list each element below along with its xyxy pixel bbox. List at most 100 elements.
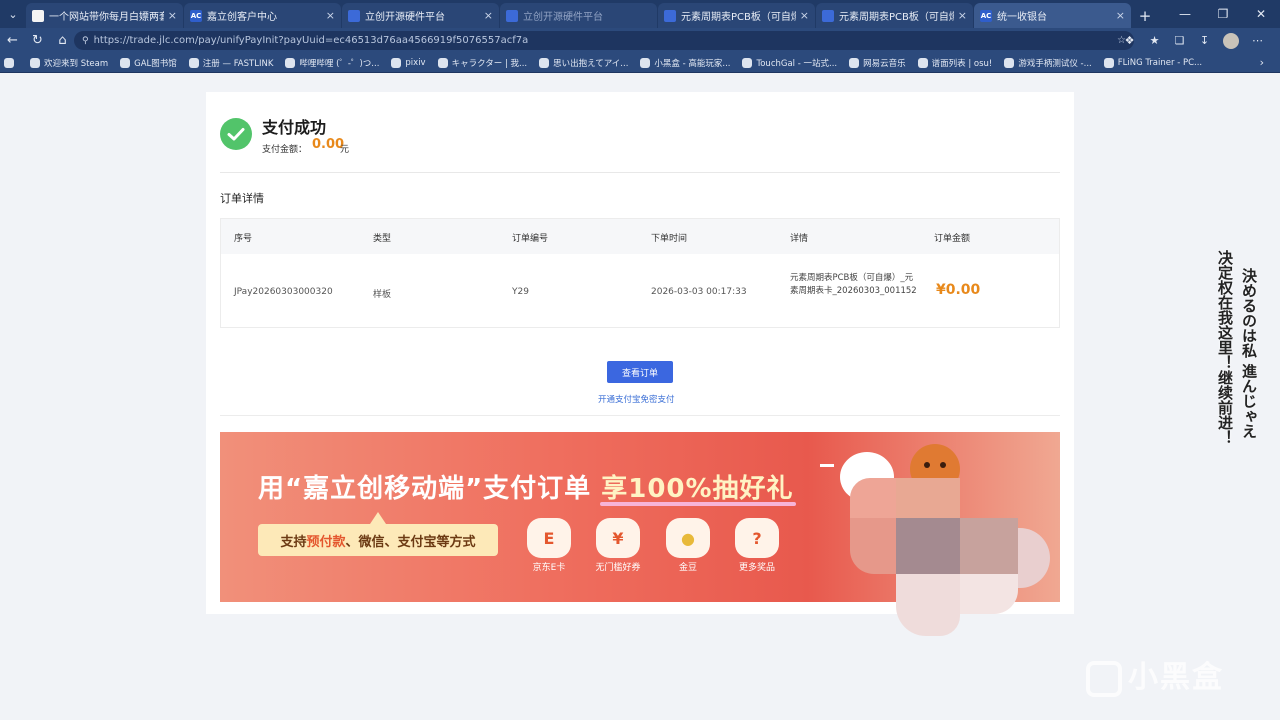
amount-unit: 元	[340, 145, 350, 155]
browser-tab[interactable]: 元素周期表PCB板（可自爆）| 元×	[816, 3, 973, 28]
success-title: 支付成功	[262, 118, 327, 137]
window-controls: — ❐ ✕	[1166, 0, 1280, 28]
maximize-icon[interactable]: ❐	[1204, 0, 1242, 28]
tab-favicon-icon: AC	[190, 9, 202, 22]
bookmark-icon	[437, 57, 448, 68]
download-icon[interactable]: ↧	[1192, 34, 1217, 47]
close-tab-icon[interactable]: ×	[1116, 9, 1125, 22]
cell-order-no: Y29	[512, 287, 529, 297]
chevron-right-icon[interactable]: ›	[1260, 56, 1264, 69]
column-header: 序号	[234, 234, 253, 244]
address-bar: ← ↻ ⌂ ⚲ https://trade.jlc.com/pay/unifyP…	[0, 28, 1280, 53]
browser-tab[interactable]: 元素周期表PCB板（可自爆）- 立×	[658, 3, 815, 28]
tab-favicon-icon: AC	[980, 9, 992, 22]
bookmark-item[interactable]: 哔哩哔哩 (゜-゜)つ...	[285, 57, 379, 69]
tab-strip: ⌄ 一个网站带你每月白嫖两套PCB小× AC嘉立创客户中心× 立创开源硬件平台×…	[0, 0, 1280, 28]
bookmark-icon	[742, 57, 753, 68]
bookmark-icon	[539, 57, 550, 68]
toolbar-right: ❖ ★ ❏ ↧ ⋯	[1117, 28, 1270, 53]
prize-coupon: ¥ 无门槛好券	[595, 518, 641, 573]
bookmark-item[interactable]: 谱面列表 | osu!	[917, 57, 992, 69]
order-section-title: 订单详情	[220, 192, 264, 205]
browser-tab-active[interactable]: AC 统一收银台 ×	[974, 3, 1131, 28]
tab-favicon-icon	[32, 9, 44, 22]
close-tab-icon[interactable]: ×	[484, 9, 493, 22]
bookmark-icon	[1004, 57, 1015, 68]
column-header: 订单编号	[512, 234, 549, 244]
prize-jd-card: E 京东E卡	[526, 518, 572, 573]
close-tab-icon[interactable]: ×	[168, 9, 177, 22]
bookmark-item[interactable]: 欢迎来到 Steam	[30, 57, 108, 69]
bookmark-item[interactable]: 游戏手柄测试仪 -...	[1004, 57, 1092, 69]
profile-avatar[interactable]	[1223, 32, 1239, 49]
gift-card-icon: E	[527, 518, 571, 558]
browser-tab[interactable]: 一个网站带你每月白嫖两套PCB小×	[26, 3, 183, 28]
amount-label: 支付金额：	[262, 145, 308, 155]
url-field[interactable]: ⚲ https://trade.jlc.com/pay/unifyPayInit…	[74, 31, 1134, 50]
bookmark-item[interactable]: 思い出抱えてアイ...	[539, 57, 628, 69]
favorites-icon[interactable]: ★	[1142, 34, 1167, 47]
enable-alipay-link[interactable]: 开通支付宝免密支付	[598, 393, 675, 405]
divider	[220, 415, 1060, 416]
browser-tab[interactable]: AC 嘉立创客户中心 ×	[184, 3, 341, 28]
collections-icon[interactable]: ❏	[1167, 34, 1192, 47]
tab-menu-icon[interactable]: ⌄	[0, 0, 26, 28]
view-order-button[interactable]: 查看订单	[607, 361, 673, 383]
column-header: 类型	[373, 234, 392, 244]
back-icon[interactable]: ←	[0, 28, 25, 53]
prize-gold-bean: ● 金豆	[665, 518, 711, 573]
column-header: 订单金额	[934, 234, 971, 244]
cell-time: 2026-03-03 00:17:33	[651, 287, 747, 297]
new-tab-icon[interactable]: +	[1132, 3, 1158, 28]
watermark: 小黑盒	[1086, 652, 1224, 697]
pill-pointer	[370, 512, 386, 524]
bookmark-item[interactable]: 注册 — FASTLINK	[188, 57, 273, 69]
bookmark-item[interactable]: pixiv	[391, 57, 426, 68]
bookmarks-menu-icon[interactable]	[4, 57, 18, 68]
prize-more: ? 更多奖品	[734, 518, 780, 573]
home-icon[interactable]: ⌂	[50, 28, 75, 53]
payment-methods-pill: 支持 预付款 、微信、支付宝等方式	[258, 524, 498, 556]
coupon-icon: ¥	[596, 518, 640, 558]
close-tab-icon[interactable]: ×	[958, 9, 967, 22]
tab-favicon-icon	[506, 9, 518, 22]
column-header: 详情	[790, 234, 809, 244]
reload-icon[interactable]: ↻	[25, 28, 50, 53]
divider	[220, 172, 1060, 173]
cell-serial: JPay20260303000320	[234, 287, 333, 297]
bookmark-icon	[30, 57, 40, 68]
caption-japanese: 決めるのは私 進んじゃえ	[1240, 268, 1258, 439]
order-table: 序号 类型 订单编号 下单时间 详情 订单金额 JPay202603030003…	[220, 218, 1060, 328]
minimize-icon[interactable]: —	[1166, 0, 1204, 28]
bookmark-icon	[1103, 57, 1114, 68]
bookmark-icon	[849, 57, 860, 68]
bookmarks-bar: 欢迎来到 Steam GAL图书馆 注册 — FASTLINK 哔哩哔哩 (゜-…	[0, 53, 1280, 73]
extensions-icon[interactable]: ❖	[1117, 34, 1142, 47]
close-tab-icon[interactable]: ×	[800, 9, 809, 22]
close-tab-icon[interactable]: ×	[326, 9, 335, 22]
bookmark-icon	[640, 57, 651, 68]
url-text: https://trade.jlc.com/pay/unifyPayInit?p…	[93, 35, 529, 46]
bookmark-icon	[285, 57, 296, 68]
caption-chinese: 决定权在我这里！继续前进！	[1216, 250, 1234, 445]
bookmark-item[interactable]: キャラクター | 我...	[437, 57, 527, 69]
watermark-logo-icon	[1086, 660, 1122, 697]
bookmark-item[interactable]: TouchGal - 一站式...	[742, 57, 837, 69]
browser-tab[interactable]: 立创开源硬件平台	[500, 3, 657, 28]
more-menu-icon[interactable]: ⋯	[1245, 34, 1270, 47]
success-check-icon	[220, 118, 252, 150]
bookmark-item[interactable]: 网易云音乐	[849, 57, 906, 69]
bookmark-icon	[188, 57, 199, 68]
close-window-icon[interactable]: ✕	[1242, 0, 1280, 28]
browser-tab[interactable]: 立创开源硬件平台 ×	[342, 3, 499, 28]
bookmark-item[interactable]: FLiNG Trainer - PC...	[1103, 57, 1202, 68]
cell-amount: ¥0.00	[936, 282, 981, 298]
bookmark-icon	[917, 57, 928, 68]
question-icon: ?	[735, 518, 779, 558]
bookmark-item[interactable]: 小黑盒 - 高能玩家...	[640, 57, 730, 69]
bookmark-item[interactable]: GAL图书馆	[120, 57, 177, 69]
bookmark-icon	[120, 57, 131, 68]
tab-favicon-icon	[664, 9, 676, 22]
lock-icon: ⚲	[82, 35, 89, 46]
cell-detail: 元素周期表PCB板（可自爆）_元素周期表卡_20260303_001152	[790, 273, 917, 296]
